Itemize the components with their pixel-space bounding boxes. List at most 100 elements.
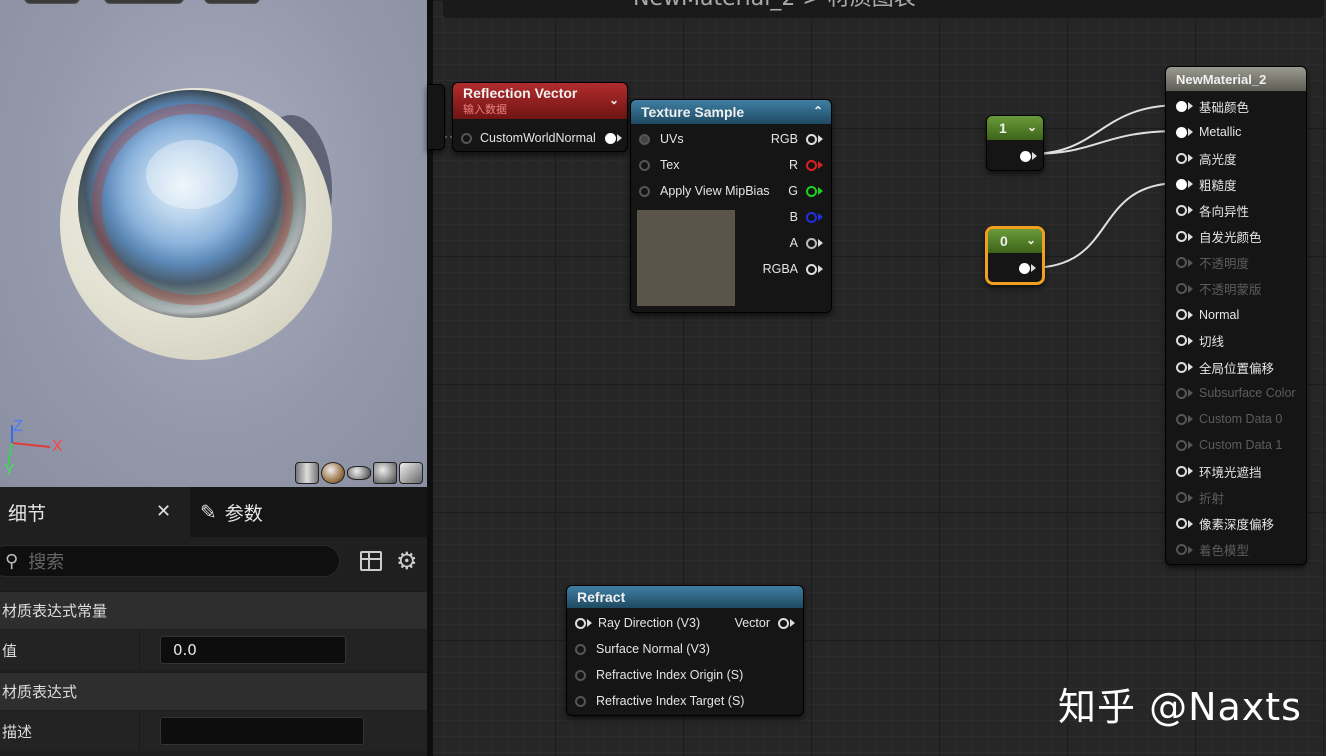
input-pin-uvs[interactable]: UVs (639, 128, 684, 150)
pin-icon (1176, 126, 1187, 138)
preview-viewport[interactable]: Z X Y (0, 0, 427, 487)
output-pin[interactable] (605, 127, 622, 149)
pin-arrow (1188, 206, 1193, 215)
output-pin[interactable]: Vector (735, 612, 795, 634)
node-subtitle: 输入数据 (463, 104, 507, 116)
node-title: Texture Sample (641, 104, 745, 120)
material-input-pin[interactable]: 粗糙度 (1176, 173, 1237, 195)
cylinder-icon[interactable] (295, 462, 319, 484)
plane-icon[interactable] (347, 466, 371, 480)
pin-icon (1176, 309, 1187, 321)
material-input-pin[interactable]: 不透明度 (1176, 252, 1249, 274)
material-input-pin[interactable]: 像素深度偏移 (1176, 513, 1274, 535)
input-pin[interactable]: Ray Direction (V3) (575, 612, 700, 634)
property-label: 值 (0, 630, 140, 670)
search-icon: ⚲ (5, 550, 19, 572)
pin-icon (1176, 492, 1187, 503)
material-input-pin[interactable]: Normal (1176, 304, 1239, 326)
output-pin-b[interactable]: B (790, 206, 823, 228)
pin-arrow (1188, 180, 1193, 189)
chevron-down-icon[interactable]: ⌄ (609, 93, 619, 107)
pin-label: 像素深度偏移 (1199, 518, 1275, 533)
pin-label: Tex (660, 158, 680, 172)
input-pin-mipbias[interactable]: Apply View MipBias (639, 180, 770, 202)
search-input[interactable]: ⚲ 搜索 (0, 545, 340, 577)
pin-arrow (790, 619, 795, 627)
output-pin-rgb[interactable]: RGB (771, 128, 823, 150)
material-input-pin[interactable]: 高光度 (1176, 147, 1237, 169)
reflection-vector-node[interactable]: Reflection Vector 输入数据 ⌄ CustomWorldNorm… (452, 82, 628, 152)
output-pin[interactable] (1020, 145, 1037, 167)
constant-node-0[interactable]: 0 ⌄ (985, 226, 1045, 285)
gear-icon[interactable]: ⚙ (396, 547, 418, 575)
output-pin[interactable] (1019, 257, 1036, 279)
pin-arrow (1188, 441, 1193, 450)
material-input-pin[interactable]: Custom Data 0 (1176, 408, 1282, 430)
material-input-pin[interactable]: 折射 (1176, 487, 1224, 509)
input-pin-tex[interactable]: Tex (639, 154, 679, 176)
material-input-pin[interactable]: 不透明蒙版 (1176, 278, 1262, 300)
material-input-pin[interactable]: 基础颜色 (1176, 95, 1249, 117)
viewport-toolbar-button[interactable] (104, 0, 184, 4)
value-field[interactable]: 0.0 (160, 636, 346, 664)
viewport-toolbar-button[interactable] (204, 0, 260, 4)
material-input-pin[interactable]: 全局位置偏移 (1176, 356, 1274, 378)
sphere-highlight (146, 140, 238, 209)
tab-parameters[interactable]: ✎ 参数 (200, 487, 263, 537)
chevron-up-icon[interactable]: ⌃ (813, 104, 823, 118)
input-pin[interactable]: Refractive Index Origin (S) (575, 664, 743, 686)
texture-preview (637, 210, 735, 306)
refract-node[interactable]: Refract Ray Direction (V3) Surface Norma… (566, 585, 804, 716)
pin-label: Apply View MipBias (660, 184, 770, 198)
teapot-icon[interactable] (399, 462, 423, 484)
pin-icon (1176, 544, 1187, 556)
material-input-pin[interactable]: Metallic (1176, 121, 1241, 143)
pin-label: Subsurface Color (1199, 386, 1296, 401)
viewport-toolbar-button[interactable] (24, 0, 80, 4)
material-input-pin[interactable]: 切线 (1176, 330, 1224, 352)
material-input-pin[interactable]: Custom Data 1 (1176, 434, 1282, 456)
section-header[interactable]: 材质表达式常量 (0, 591, 427, 629)
material-input-pin[interactable]: 各向异性 (1176, 199, 1249, 221)
material-input-pin[interactable]: 着色模型 (1176, 539, 1249, 561)
output-pin-g[interactable]: G (788, 180, 823, 202)
material-input-pin[interactable]: 自发光颜色 (1176, 226, 1262, 248)
sphere-icon[interactable] (321, 462, 345, 484)
material-input-pin[interactable]: 环境光遮挡 (1176, 460, 1262, 482)
pin-label: Metallic (1199, 125, 1242, 140)
constant-node-1[interactable]: 1 ⌄ (986, 115, 1044, 171)
pin-icon (1176, 361, 1187, 373)
pin-arrow (1188, 284, 1193, 293)
chevron-down-icon[interactable]: ⌄ (1026, 233, 1036, 247)
pin-icon (461, 132, 472, 144)
pin-label: 各向异性 (1199, 204, 1250, 219)
section-header[interactable]: 材质表达式 (0, 672, 427, 710)
input-pin[interactable]: Surface Normal (V3) (575, 638, 710, 660)
chevron-down-icon[interactable]: ⌄ (1027, 120, 1037, 134)
output-pin-a[interactable]: A (790, 232, 823, 254)
table-view-icon[interactable] (360, 551, 382, 571)
pin-arrow (587, 619, 592, 627)
material-result-node[interactable]: NewMaterial_2 基础颜色 Metallic 高光度 粗糙度 各向异性 自发光颜… (1165, 66, 1307, 565)
pin-label: Ray Direction (V3) (598, 616, 701, 630)
pin-icon (778, 617, 789, 629)
input-pin[interactable]: CustomWorldNormal (461, 127, 596, 149)
details-tabbar: 细节 ✕ ✎ 参数 (0, 487, 427, 537)
pin-icon (1176, 465, 1187, 477)
pin-icon (1176, 518, 1187, 530)
output-pin-r[interactable]: R (789, 154, 823, 176)
pin-label: Normal (1199, 307, 1240, 322)
pin-arrow (1188, 467, 1193, 476)
tab-details[interactable]: 细节 ✕ (0, 487, 190, 537)
texture-sample-node[interactable]: Texture Sample ⌃ UVs Tex Apply View MipB… (630, 99, 832, 313)
partial-node[interactable] (427, 84, 445, 150)
input-pin[interactable]: Refractive Index Target (S) (575, 690, 744, 712)
output-pin-rgba[interactable]: RGBA (763, 258, 823, 280)
close-icon[interactable]: ✕ (156, 501, 171, 522)
constant-value: 1 (999, 120, 1007, 136)
pin-icon (806, 237, 817, 249)
cube-icon[interactable] (373, 462, 397, 484)
description-field[interactable] (160, 717, 364, 745)
pin-arrow (1188, 310, 1193, 319)
material-input-pin[interactable]: Subsurface Color (1176, 382, 1296, 404)
